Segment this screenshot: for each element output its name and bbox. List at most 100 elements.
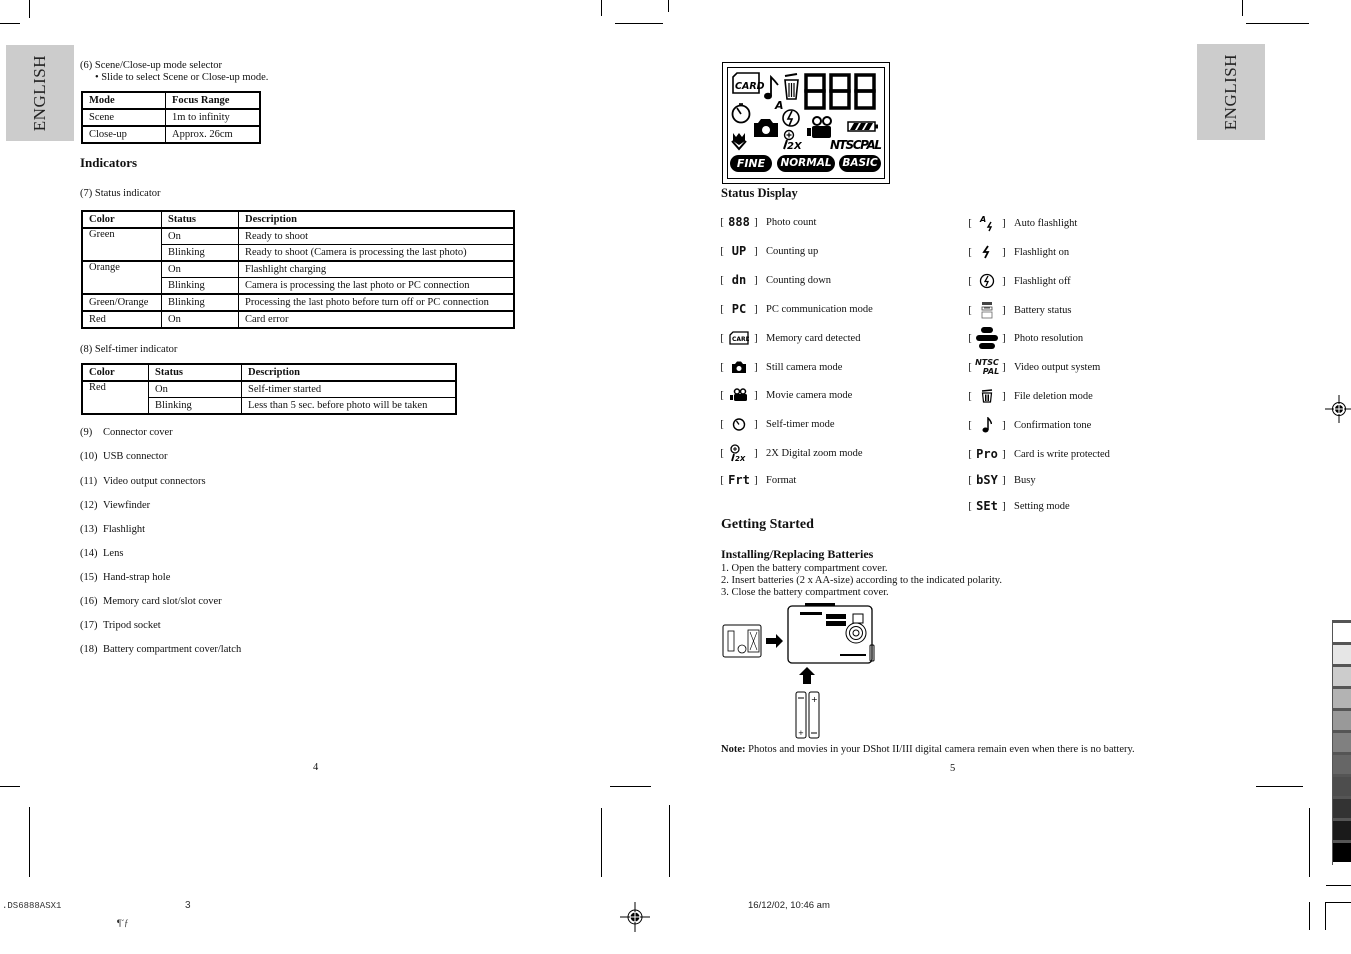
table-row: Scene 1m to infinity <box>81 108 261 127</box>
language-tab: ENGLISH <box>1197 44 1265 140</box>
bracket-open: [ <box>720 274 724 286</box>
bracket-open: [ <box>720 245 724 257</box>
table-cell: Processing the last photo before turn of… <box>238 293 515 312</box>
camera-illustration <box>787 603 875 664</box>
indicator-item: [PC] PC communication mode <box>718 300 873 318</box>
indicator-item: [] Still camera mode <box>718 358 842 376</box>
item6-bullet: • Slide to select Scene or Close-up mode… <box>95 72 269 83</box>
bracket-close: ] <box>1002 304 1006 316</box>
bracket-open: [ <box>720 332 724 344</box>
gray-swatch <box>1333 752 1351 774</box>
registration-mark-icon <box>1325 395 1351 423</box>
table-header: Color <box>81 363 149 382</box>
part-label: Flashlight <box>103 524 146 535</box>
svg-text:+: + <box>811 695 818 704</box>
item7-title: (7) Status indicator <box>80 188 161 199</box>
part-number: (10) <box>80 451 98 462</box>
self-timer-icon <box>726 415 752 433</box>
lcd-status-display: CARD A 2X NTSCPAL FINE NORMAL BASIC <box>722 62 890 184</box>
part-number: (9) <box>80 427 93 438</box>
trash-icon <box>974 387 1000 405</box>
indicator-item: [Pro] Card is write protected <box>966 445 1110 463</box>
indicator-label: Video output system <box>1014 361 1101 373</box>
mode-focus-table: Mode Focus Range Scene 1m to infinity Cl… <box>81 91 261 144</box>
step-3: 3. Close the battery compartment cover. <box>721 587 889 598</box>
bracket-close: ] <box>754 447 758 459</box>
self-timer-icon <box>731 103 751 124</box>
part-label: Battery compartment cover/latch <box>103 644 242 655</box>
table-cell: Orange <box>81 260 162 295</box>
table-header: Description <box>238 210 515 229</box>
gray-swatch <box>1333 686 1351 708</box>
bracket-close: ] <box>754 216 758 228</box>
indicator-item: [2X] 2X Digital zoom mode <box>718 444 863 462</box>
indicator-label: Battery status <box>1014 304 1072 316</box>
gray-scale-bar <box>1332 620 1351 865</box>
part-list-item: (17) Tripod socket <box>80 620 161 631</box>
segment-code-icon: Pro <box>976 447 998 461</box>
arrow-up-icon <box>799 667 815 684</box>
table-cell: On <box>148 380 242 398</box>
still-camera-icon <box>726 358 752 376</box>
indicators-heading: Indicators <box>80 155 138 170</box>
table-row: Green/Orange Blinking Processing the las… <box>81 293 515 312</box>
table-header: Status <box>161 210 239 229</box>
lcd-zoom-text: 2X <box>787 141 803 152</box>
part-number: (12) <box>80 500 98 511</box>
trash-icon <box>784 73 799 100</box>
macro-icon <box>731 133 747 151</box>
battery-cover-illustration <box>722 624 762 658</box>
bracket-open: [ <box>968 217 972 229</box>
part-number: (17) <box>80 620 98 631</box>
status-indicator-table: Color Status Description Green On Ready … <box>81 210 515 329</box>
table-cell: 1m to infinity <box>165 108 261 127</box>
language-tab-label: ENGLISH <box>30 54 49 132</box>
bracket-open: [ <box>720 418 724 430</box>
indicator-label: Memory card detected <box>766 332 861 344</box>
part-number: (15) <box>80 572 98 583</box>
table-row: Red On Card error <box>81 310 515 329</box>
bracket-open: [ <box>720 474 724 486</box>
table-header: Color <box>81 210 162 229</box>
crop-mark <box>615 23 663 24</box>
table-cell: Green/Orange <box>81 293 162 312</box>
table-row: Green On Ready to shoot <box>81 227 515 262</box>
bracket-close: ] <box>754 274 758 286</box>
card-icon: CARD <box>726 329 752 347</box>
bracket-open: [ <box>968 390 972 402</box>
auto-flash-icon: A <box>974 214 1000 232</box>
aa-batteries-illustration: + + <box>795 691 820 739</box>
gray-swatch <box>1333 774 1351 796</box>
crop-mark <box>668 0 669 12</box>
bracket-open: [ <box>968 246 972 258</box>
indicator-label: Confirmation tone <box>1014 419 1092 431</box>
crop-mark <box>601 0 602 16</box>
note-label: Note: <box>721 744 746 755</box>
indicator-item: [] Flashlight off <box>966 272 1071 290</box>
gray-swatch <box>1333 664 1351 686</box>
flash-icon <box>974 243 1000 261</box>
photo-count-digits <box>804 73 876 110</box>
segment-code-icon: bSY <box>976 473 998 487</box>
indicator-item: [UP] Counting up <box>718 242 818 260</box>
table-cell: Blinking <box>161 277 239 295</box>
segment-code-icon: dn <box>731 273 747 287</box>
indicator-item: [Frt] Format <box>718 471 796 489</box>
indicator-label: Auto flashlight <box>1014 217 1078 229</box>
bracket-close: ] <box>1002 246 1006 258</box>
indicator-label: Setting mode <box>1014 500 1070 512</box>
indicator-item: [] Self-timer mode <box>718 415 835 433</box>
bracket-open: [ <box>968 500 972 512</box>
crop-mark <box>29 0 30 18</box>
slug-file: .DS6888ASX1 <box>2 901 62 911</box>
crop-mark <box>1325 902 1351 903</box>
crop-mark <box>601 808 602 877</box>
note-paragraph: Note: Photos and movies in your DShot II… <box>721 743 1135 756</box>
svg-text:2X: 2X <box>735 455 746 462</box>
part-label: Video output connectors <box>103 476 206 487</box>
crop-mark <box>1325 902 1326 930</box>
table-cell: Blinking <box>161 293 239 312</box>
crop-mark <box>1326 885 1351 886</box>
part-list-item: (9) Connector cover <box>80 427 173 438</box>
bracket-close: ] <box>754 389 758 401</box>
